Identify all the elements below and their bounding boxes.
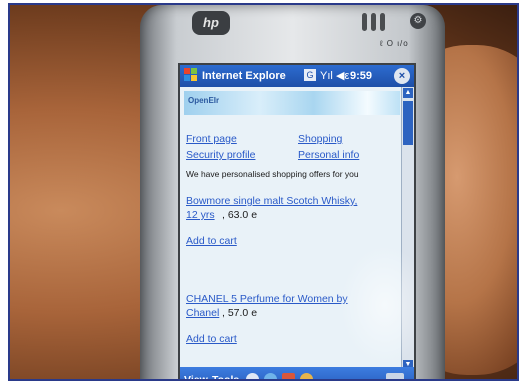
- whisky-add-to-cart[interactable]: Add to cart: [186, 235, 237, 247]
- clock-time[interactable]: 9:59: [350, 65, 372, 87]
- app-title: Internet Explore: [202, 70, 286, 82]
- security-profile-link[interactable]: Security profile: [186, 149, 255, 161]
- signal-antenna-icon[interactable]: Y͏ıl: [320, 65, 333, 87]
- view-menu[interactable]: View: [184, 367, 208, 379]
- whisky-price: , 63.0 e: [222, 209, 258, 221]
- site-logo[interactable]: OpenEIr: [188, 96, 219, 105]
- perfume-add-to-cart[interactable]: Add to cart: [186, 333, 237, 345]
- keyboard-icon[interactable]: [386, 373, 404, 379]
- scroll-up-icon[interactable]: ▲: [403, 88, 413, 98]
- offers-intro: We have personalised shopping offers for…: [186, 169, 359, 179]
- hardware-label: ℓ O ι/ο: [380, 39, 409, 48]
- back-arrow-icon[interactable]: [246, 373, 259, 379]
- title-bar: Internet Explore G Y͏ıl ◀ε 9:59 ×: [180, 65, 414, 87]
- photo-frame: hp ⚙ ℓ O ι/ο Internet Explore G Y͏ıl ◀ε …: [8, 3, 519, 381]
- home-icon[interactable]: [282, 373, 295, 379]
- device-screen: Internet Explore G Y͏ıl ◀ε 9:59 × OpenEI…: [178, 63, 416, 379]
- vertical-scrollbar[interactable]: ▲ ▼: [401, 87, 414, 371]
- front-page-link[interactable]: Front page: [186, 133, 237, 145]
- tools-menu[interactable]: Tools: [212, 367, 239, 379]
- scroll-thumb[interactable]: [403, 101, 413, 145]
- connection-icon[interactable]: G: [304, 69, 316, 81]
- speaker-grille: [362, 13, 396, 35]
- perfume-product-link[interactable]: CHANEL 5 Perfume for Women by: [186, 293, 348, 305]
- site-banner: OpenEIr: [184, 91, 400, 115]
- whisky-product-link[interactable]: Bowmore single malt Scotch Whisky,: [186, 195, 357, 207]
- gear-icon: ⚙: [410, 13, 426, 29]
- bottom-menu-bar: View Tools: [180, 367, 414, 379]
- close-icon[interactable]: ×: [394, 68, 410, 84]
- whisky-product-link-cont[interactable]: 12 yrs: [186, 209, 215, 221]
- perfume-price: , 57.0 e: [222, 307, 258, 319]
- shopping-link[interactable]: Shopping: [298, 133, 342, 145]
- internet-explorer-icon[interactable]: [264, 373, 277, 379]
- personal-info-link[interactable]: Personal info: [298, 149, 359, 161]
- speaker-volume-icon[interactable]: ◀ε: [336, 65, 349, 87]
- hp-logo: hp: [192, 11, 230, 35]
- favorites-icon[interactable]: [300, 373, 313, 379]
- pda-device: hp ⚙ ℓ O ι/ο Internet Explore G Y͏ıl ◀ε …: [140, 5, 445, 379]
- windows-flag-icon[interactable]: [184, 68, 198, 82]
- perfume-product-link-cont[interactable]: Chanel: [186, 307, 219, 319]
